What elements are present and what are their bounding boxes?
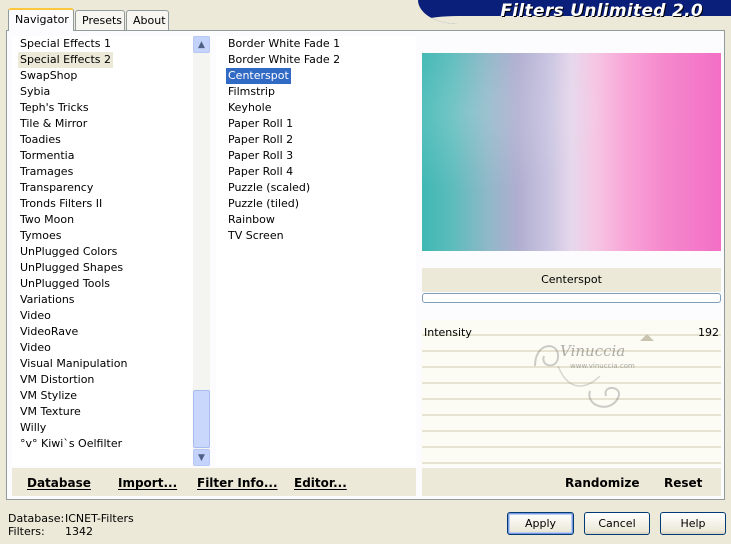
list-item[interactable]: Special Effects 2 bbox=[18, 52, 114, 68]
tab-navigator[interactable]: Navigator bbox=[8, 8, 74, 31]
list-item[interactable]: TV Screen bbox=[226, 228, 286, 244]
reset-button[interactable]: Reset bbox=[664, 476, 702, 490]
filter-list[interactable]: Border White Fade 1 Border White Fade 2 Ce… bbox=[216, 36, 416, 466]
preview-image bbox=[422, 53, 721, 251]
list-item[interactable]: Keyhole bbox=[226, 100, 273, 116]
apply-button[interactable]: Apply bbox=[507, 512, 574, 535]
watermark-subtext: www.vinuccia.com bbox=[570, 362, 635, 370]
list-item[interactable]: Tymoes bbox=[18, 228, 63, 244]
list-item[interactable]: Video bbox=[18, 308, 53, 324]
scroll-up-button[interactable]: ▲ bbox=[193, 36, 210, 53]
list-item[interactable]: Visual Manipulation bbox=[18, 356, 129, 372]
category-list[interactable]: Special Effects 1 Special Effects 2 SwapSh… bbox=[12, 36, 193, 466]
list-item[interactable]: VideoRave bbox=[18, 324, 80, 340]
list-item[interactable]: Paper Roll 2 bbox=[226, 132, 295, 148]
import-button[interactable]: Import... bbox=[118, 476, 177, 490]
tab-label: About bbox=[133, 14, 166, 27]
chevron-up-icon: ▲ bbox=[198, 39, 205, 50]
progress-bar bbox=[422, 293, 721, 303]
list-item[interactable]: Puzzle (scaled) bbox=[226, 180, 312, 196]
filters-label: Filters: bbox=[8, 525, 45, 538]
list-item[interactable]: Toadies bbox=[18, 132, 63, 148]
help-label: Help bbox=[680, 517, 706, 530]
list-item[interactable]: Two Moon bbox=[18, 212, 76, 228]
list-item[interactable]: Transparency bbox=[18, 180, 95, 196]
list-item[interactable]: Border White Fade 1 bbox=[226, 36, 342, 52]
list-item[interactable]: Sybia bbox=[18, 84, 52, 100]
list-item[interactable]: UnPlugged Tools bbox=[18, 276, 112, 292]
list-item[interactable]: Puzzle (tiled) bbox=[226, 196, 301, 212]
scroll-down-button[interactable]: ▼ bbox=[193, 449, 210, 466]
list-item[interactable]: VM Distortion bbox=[18, 372, 96, 388]
list-item[interactable]: VM Texture bbox=[18, 404, 83, 420]
list-item[interactable]: Teph's Tricks bbox=[18, 100, 91, 116]
list-item[interactable]: Paper Roll 1 bbox=[226, 116, 295, 132]
tab-label: Presets bbox=[82, 14, 123, 27]
list-item[interactable]: Video bbox=[18, 340, 53, 356]
list-item[interactable]: Rainbow bbox=[226, 212, 277, 228]
tab-label: Navigator bbox=[15, 13, 69, 26]
list-item[interactable]: °v° Kiwi`s Oelfilter bbox=[18, 436, 124, 452]
filters-count: 1342 bbox=[65, 525, 93, 538]
param-value-intensity[interactable]: 192 bbox=[698, 326, 719, 339]
database-button[interactable]: Database bbox=[27, 476, 91, 490]
chevron-down-icon: ▼ bbox=[198, 452, 205, 463]
tab-about[interactable]: About bbox=[126, 10, 169, 30]
list-item[interactable]: Filmstrip bbox=[226, 84, 277, 100]
help-button[interactable]: Help bbox=[660, 512, 726, 535]
editor-button[interactable]: Editor... bbox=[294, 476, 347, 490]
apply-label: Apply bbox=[524, 517, 557, 530]
param-label-intensity: Intensity bbox=[424, 326, 472, 339]
list-item[interactable]: Variations bbox=[18, 292, 77, 308]
list-item[interactable]: UnPlugged Shapes bbox=[18, 260, 125, 276]
database-value: ICNET-Filters bbox=[65, 512, 134, 525]
scroll-thumb[interactable] bbox=[193, 390, 210, 448]
app-title: Filters Unlimited 2.0 bbox=[500, 1, 703, 21]
selected-filter-name: Centerspot bbox=[422, 268, 721, 292]
tab-presets[interactable]: Presets bbox=[75, 10, 125, 30]
cancel-label: Cancel bbox=[598, 517, 636, 530]
list-item[interactable]: SwapShop bbox=[18, 68, 79, 84]
list-item[interactable]: VM Stylize bbox=[18, 388, 79, 404]
list-item[interactable]: Tramages bbox=[18, 164, 75, 180]
watermark-logo: Vinuccia www.vinuccia.com bbox=[530, 336, 650, 416]
list-item[interactable]: Tormentia bbox=[18, 148, 76, 164]
list-item[interactable]: UnPlugged Colors bbox=[18, 244, 119, 260]
list-item[interactable]: Special Effects 1 bbox=[18, 36, 113, 52]
list-item[interactable]: Paper Roll 3 bbox=[226, 148, 295, 164]
list-item[interactable]: Centerspot bbox=[226, 68, 291, 84]
list-item[interactable]: Tronds Filters II bbox=[18, 196, 104, 212]
list-item[interactable]: Border White Fade 2 bbox=[226, 52, 342, 68]
database-label: Database: bbox=[8, 512, 65, 525]
title-banner: Filters Unlimited 2.0 bbox=[418, 0, 731, 24]
filter-info-button[interactable]: Filter Info... bbox=[197, 476, 278, 490]
category-scrollbar[interactable]: ▲ ▼ bbox=[193, 36, 210, 466]
list-item[interactable]: Tile & Mirror bbox=[18, 116, 89, 132]
cancel-button[interactable]: Cancel bbox=[584, 512, 650, 535]
list-item[interactable]: Willy bbox=[18, 420, 48, 436]
randomize-button[interactable]: Randomize bbox=[565, 476, 639, 490]
watermark-text: Vinuccia bbox=[560, 342, 626, 360]
list-item[interactable]: Paper Roll 4 bbox=[226, 164, 295, 180]
